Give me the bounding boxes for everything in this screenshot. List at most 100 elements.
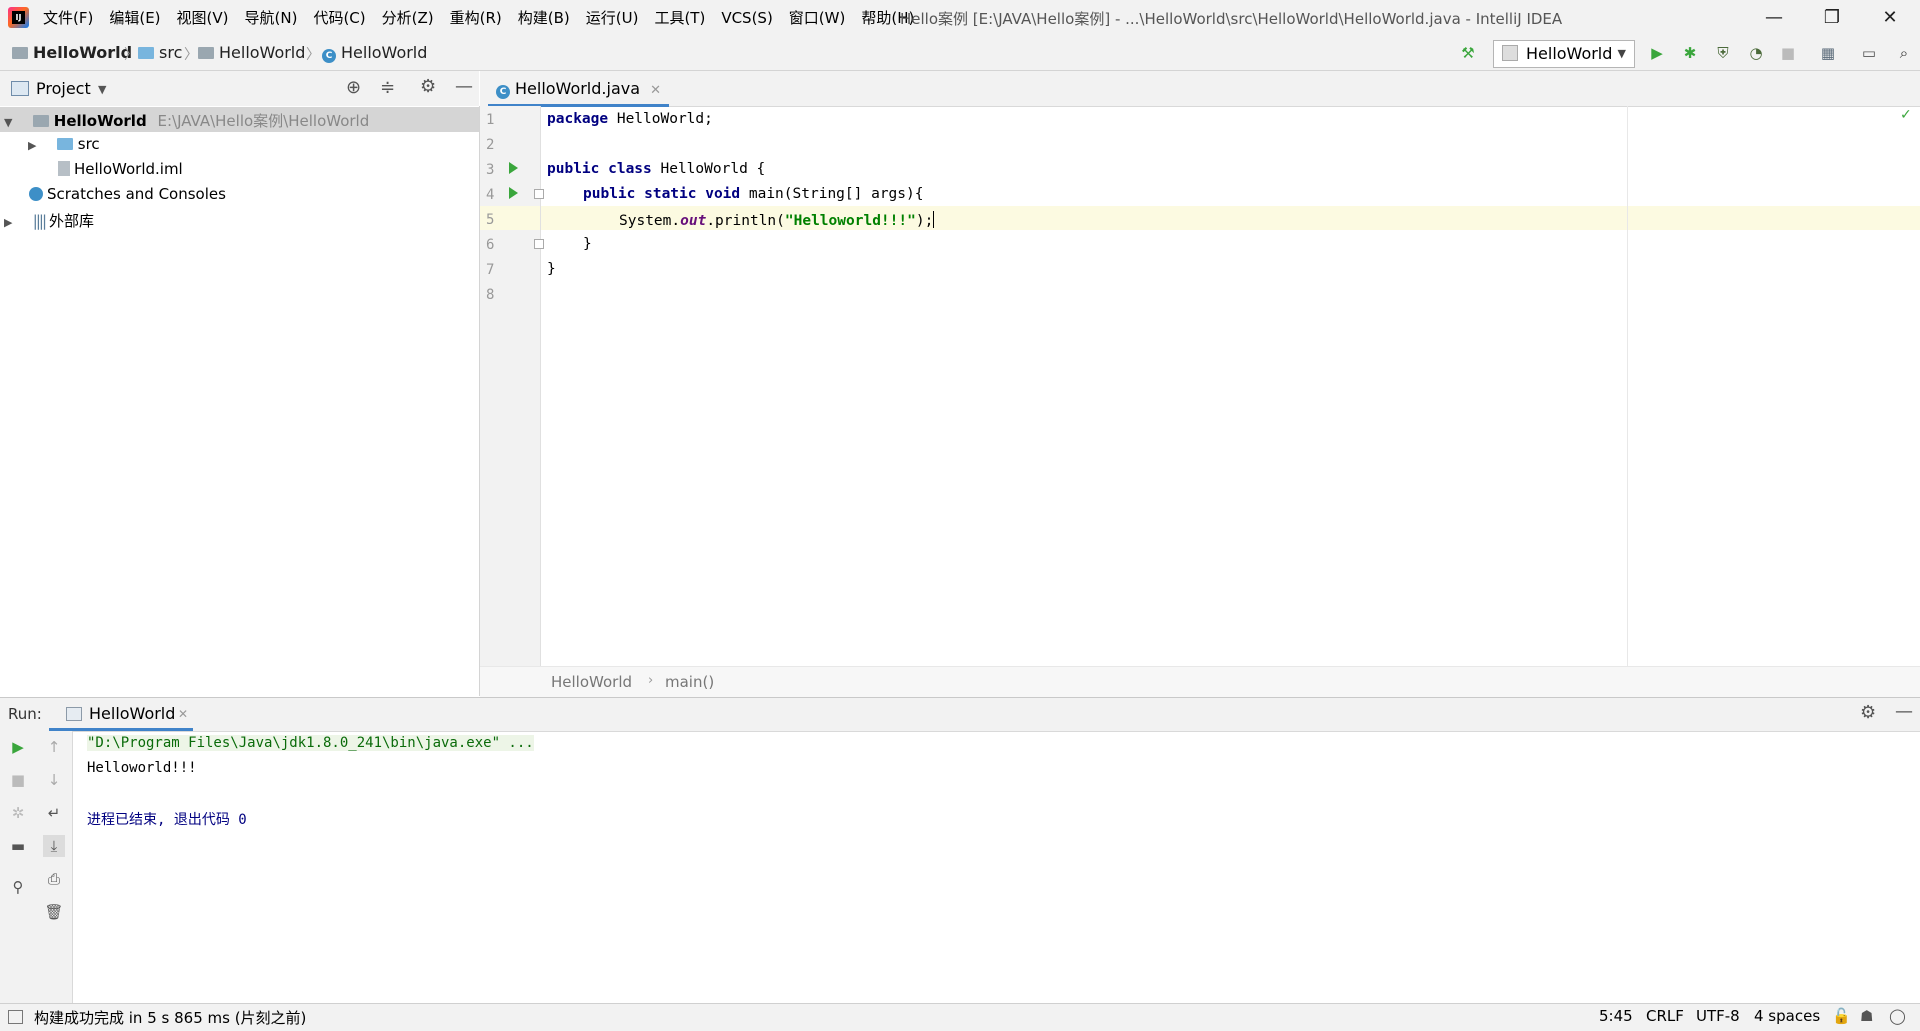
editor-breadcrumb-class[interactable]: HelloWorld [551,673,632,691]
breadcrumb-class[interactable]: C HelloWorld [322,43,427,63]
chevron-right-icon: ▶ [28,139,37,152]
fold-icon[interactable] [534,189,544,199]
run-tab-helloworld[interactable]: HelloWorld [89,704,175,723]
close-tab-icon[interactable]: ✕ [178,707,188,721]
breadcrumb-project[interactable]: HelloWorld [12,43,132,62]
hide-panel-icon[interactable]: — [1895,701,1913,722]
code-line-6[interactable]: } [583,236,592,252]
library-icon: |||| [32,212,47,230]
menu-file[interactable]: 文件(F) [43,7,93,28]
chevron-down-icon: ▼ [4,116,13,129]
editor-breadcrumb-method[interactable]: main() [665,673,714,691]
project-structure-icon[interactable]: ▦ [1817,42,1839,64]
hide-panel-icon[interactable]: — [455,76,473,97]
menu-analyze[interactable]: 分析(Z) [382,7,434,28]
build-hammer-icon[interactable]: ⚒ [1457,42,1479,64]
terminal-window-icon[interactable]: ▭ [1858,42,1880,64]
close-button[interactable]: ✕ [1861,0,1919,35]
menu-edit[interactable]: 编辑(E) [109,7,160,28]
menu-refactor[interactable]: 重构(R) [450,7,502,28]
up-arrow-icon[interactable]: ↑ [43,736,65,758]
folder-icon [56,138,73,150]
menu-build[interactable]: 构建(B) [518,7,570,28]
tree-item-src[interactable]: ▶ src [28,135,100,153]
search-icon[interactable]: ⌕ [1893,42,1915,64]
project-folder-icon [12,47,28,59]
tree-item-external-libraries[interactable]: ▶ |||| 外部库 [4,210,94,231]
breadcrumb-package[interactable]: HelloWorld [198,43,305,62]
package-icon [198,47,214,59]
soft-wrap-icon[interactable]: ↵ [43,802,65,824]
inspector-icon[interactable]: ☗ [1860,1007,1873,1025]
profile-icon[interactable]: ◔ [1745,42,1767,64]
tab-helloworld-java[interactable]: C HelloWorld.java ✕ [488,71,670,107]
code-line-3[interactable]: public class HelloWorld { [547,161,765,177]
run-configuration-select[interactable]: HelloWorld ▼ [1493,40,1635,68]
minimize-button[interactable]: — [1745,0,1803,35]
code-line-4[interactable]: public static void main(String[] args){ [583,186,923,202]
trash-icon[interactable]: 🗑 [43,901,65,923]
gear-icon[interactable]: ⚙ [1860,702,1876,723]
run-class-gutter-icon[interactable] [509,162,518,174]
status-message[interactable]: 构建成功完成 in 5 s 865 ms (片刻之前) [34,1007,306,1028]
chevron-down-icon[interactable]: ▼ [98,83,106,96]
line-number: 6 [486,237,495,253]
run-toolbar-secondary: ↑ ↓ ↵ ⤓ ⎙ 🗑 [36,731,73,1003]
class-icon: C [496,85,510,99]
project-folder-icon [32,115,49,127]
project-panel-header: Project ▼ ⊕ ≑ ⚙ — [0,71,479,107]
chevron-right-icon: 〉 [184,47,198,63]
notifications-icon[interactable]: ◯ [1889,1007,1906,1025]
locate-crosshair-icon[interactable]: ⊕ [346,77,361,98]
menu-view[interactable]: 视图(V) [177,7,229,28]
restore-layout-icon[interactable]: ✲ [7,802,29,824]
intellij-logo-icon[interactable]: IJ [8,7,29,28]
menu-code[interactable]: 代码(C) [313,7,365,28]
close-tab-icon[interactable]: ✕ [650,83,661,98]
stop-icon[interactable]: ■ [7,769,29,791]
editor-tab-bar [480,71,1920,107]
print-icon[interactable]: ⎙ [43,868,65,890]
fold-icon[interactable] [534,239,544,249]
project-path: E:\JAVA\Hello案例\HelloWorld [157,112,370,130]
project-view-icon [11,81,29,96]
editor-breadcrumb-bar: HelloWorld › main() [480,666,1920,697]
breadcrumb-src[interactable]: src [138,43,182,62]
tree-item-iml[interactable]: HelloWorld.iml [58,160,183,178]
run-main-gutter-icon[interactable] [509,187,518,199]
run-icon[interactable]: ▶ [1646,42,1668,64]
coverage-icon[interactable]: ⛨ [1712,42,1734,64]
menu-vcs[interactable]: VCS(S) [721,9,772,27]
restore-button[interactable]: ❐ [1803,0,1861,35]
tool-windows-icon[interactable] [8,1010,23,1024]
menu-tools[interactable]: 工具(T) [654,7,705,28]
debug-bug-icon[interactable]: ✱ [1679,42,1701,64]
collapse-all-icon[interactable]: ≑ [380,77,395,98]
caret-position[interactable]: 5:45 [1599,1007,1633,1025]
gear-icon[interactable]: ⚙ [420,76,436,97]
code-line-5[interactable]: System.out.println("Helloworld!!!"); [619,211,935,229]
indent-setting[interactable]: 4 spaces [1754,1007,1820,1025]
stop-icon[interactable]: ■ [1777,42,1799,64]
menu-navigate[interactable]: 导航(N) [245,7,298,28]
rerun-icon[interactable]: ▶ [7,736,29,758]
code-line-7[interactable]: } [547,261,556,277]
pin-icon[interactable]: ⚲ [7,876,29,898]
scroll-to-end-icon[interactable]: ⤓ [43,835,65,857]
down-arrow-icon[interactable]: ↓ [43,769,65,791]
chevron-right-icon: 〉 [306,47,320,63]
line-separator[interactable]: CRLF [1646,1007,1684,1025]
tree-item-scratches[interactable]: Scratches and Consoles [29,185,226,203]
inspection-ok-check-icon[interactable]: ✓ [1900,107,1912,123]
code-line-1[interactable]: package HelloWorld; [547,111,713,127]
menu-window[interactable]: 窗口(W) [789,7,846,28]
text-cursor [933,211,935,228]
line-number: 1 [486,112,495,128]
menu-run[interactable]: 运行(U) [586,7,639,28]
layout-icon[interactable]: ▬ [7,835,29,857]
lock-icon[interactable]: 🔓 [1832,1007,1851,1025]
project-view-title[interactable]: Project [36,79,91,98]
run-toolbar-primary: ▶ ■ ✲ ▬ ⚲ [0,731,37,1003]
tree-item-project-root[interactable]: ▼ HelloWorld E:\JAVA\Hello案例\HelloWorld [4,110,369,131]
file-encoding[interactable]: UTF-8 [1696,1007,1740,1025]
